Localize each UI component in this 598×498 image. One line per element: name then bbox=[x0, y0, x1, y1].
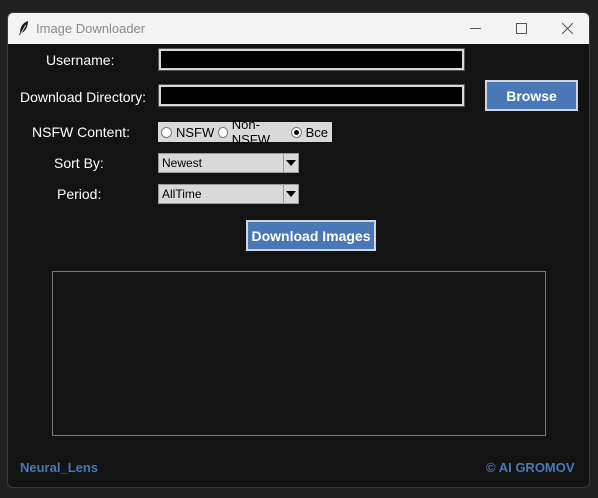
app-window: Image Downloader Username: Download Dire… bbox=[7, 12, 590, 488]
sort-label: Sort By: bbox=[54, 155, 104, 171]
period-label: Period: bbox=[57, 186, 102, 202]
chevron-down-icon[interactable] bbox=[283, 185, 298, 203]
directory-label: Download Directory: bbox=[20, 89, 147, 105]
directory-input[interactable] bbox=[158, 84, 465, 107]
minimize-button[interactable] bbox=[452, 13, 498, 44]
period-select-value: AllTime bbox=[162, 187, 202, 201]
browse-button[interactable]: Browse bbox=[485, 80, 578, 111]
radio-circle bbox=[161, 126, 172, 138]
period-select[interactable]: AllTime bbox=[158, 184, 299, 204]
radio-non-nsfw-label: Non-NSFW bbox=[231, 117, 270, 147]
chevron-down-icon[interactable] bbox=[283, 154, 298, 172]
radio-all-label: Все bbox=[305, 124, 328, 140]
nsfw-radio-group: NSFW Non-NSFW Все bbox=[158, 117, 332, 147]
sort-select-value: Newest bbox=[162, 156, 203, 170]
maximize-button[interactable] bbox=[498, 13, 544, 44]
footer-brand: Neural_Lens bbox=[20, 460, 99, 475]
nsfw-label: NSFW Content: bbox=[32, 124, 131, 140]
radio-circle bbox=[218, 126, 228, 138]
close-icon bbox=[561, 23, 573, 34]
username-label: Username: bbox=[46, 52, 115, 68]
radio-circle-checked bbox=[290, 126, 302, 138]
footer-copyright: © AI GROMOV bbox=[486, 460, 575, 475]
minimize-icon bbox=[469, 28, 481, 29]
download-button[interactable]: Download Images bbox=[246, 220, 376, 251]
radio-all[interactable]: Все bbox=[290, 124, 328, 140]
sort-select[interactable]: Newest bbox=[158, 153, 299, 173]
radio-non-nsfw[interactable]: Non-NSFW bbox=[218, 117, 286, 147]
log-output[interactable] bbox=[52, 271, 546, 436]
feather-icon bbox=[19, 21, 28, 35]
window-title: Image Downloader bbox=[36, 21, 146, 36]
username-input[interactable] bbox=[158, 48, 465, 71]
title-bar: Image Downloader bbox=[8, 13, 589, 44]
radio-nsfw[interactable]: NSFW bbox=[161, 125, 214, 140]
close-button[interactable] bbox=[544, 13, 589, 44]
maximize-icon bbox=[515, 23, 527, 34]
radio-nsfw-label: NSFW bbox=[176, 124, 215, 140]
